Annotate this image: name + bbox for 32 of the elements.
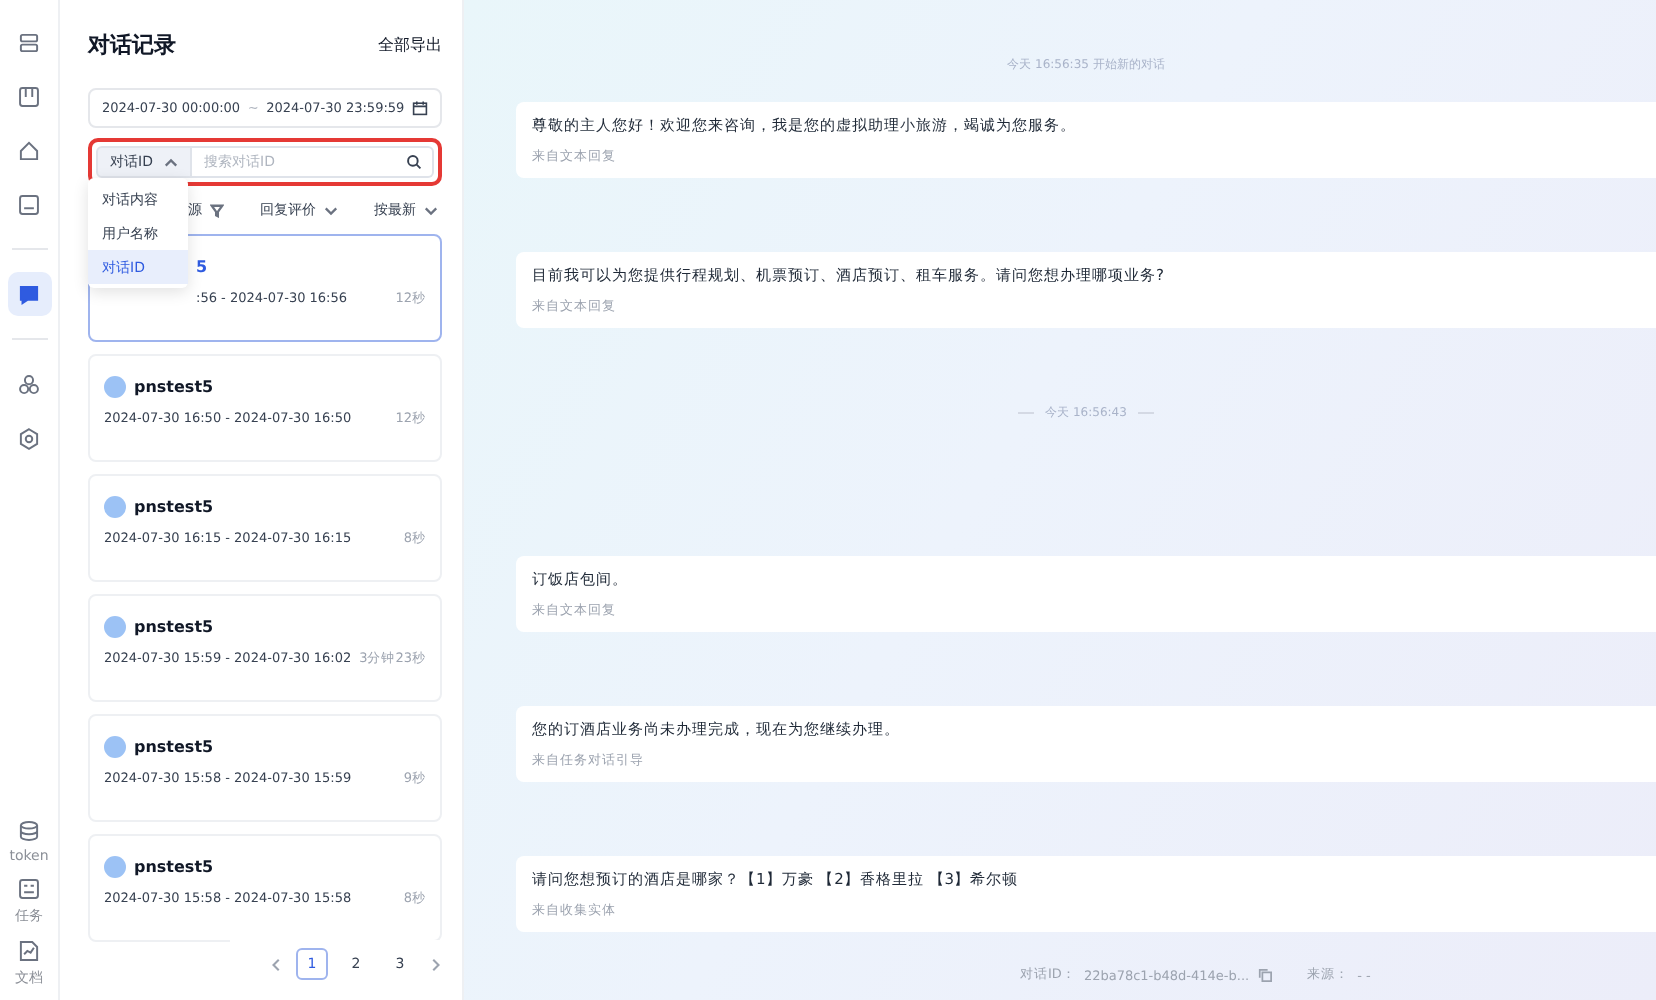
user-name: 5 bbox=[196, 257, 208, 275]
search-icon[interactable] bbox=[406, 154, 422, 170]
avatar-icon bbox=[104, 855, 126, 877]
document-icon[interactable] bbox=[16, 938, 42, 964]
database-icon[interactable] bbox=[15, 818, 42, 844]
user-name: pnstest5 bbox=[134, 857, 214, 875]
avatar-icon bbox=[104, 375, 126, 397]
nodes-icon bbox=[16, 371, 42, 397]
user-name: pnstest5 bbox=[134, 377, 214, 395]
screen-icon bbox=[16, 191, 42, 217]
avatar-icon bbox=[104, 495, 126, 517]
previous-page-icon[interactable] bbox=[270, 957, 284, 971]
board-icon bbox=[16, 83, 42, 109]
hexagon-icon bbox=[16, 425, 42, 451]
filter-icon bbox=[210, 203, 224, 217]
caret-icon bbox=[424, 203, 438, 217]
panel-title: 对话记录 bbox=[88, 29, 176, 59]
chat-icon bbox=[16, 281, 42, 307]
user-name: pnstest5 bbox=[134, 617, 214, 635]
caret-icon bbox=[164, 155, 178, 169]
avatar-icon bbox=[104, 735, 126, 757]
layers-icon bbox=[16, 29, 42, 55]
user-name: pnstest5 bbox=[134, 737, 214, 755]
task-icon[interactable] bbox=[16, 876, 42, 902]
caret-icon bbox=[324, 203, 338, 217]
calendar-icon[interactable] bbox=[411, 100, 428, 116]
next-page-icon[interactable] bbox=[428, 957, 442, 971]
avatar-icon bbox=[104, 615, 126, 637]
rail-item[interactable] bbox=[7, 272, 51, 316]
export-link[interactable]: 全部导出 bbox=[378, 33, 442, 55]
home-icon bbox=[16, 137, 42, 163]
user-name: pnstest5 bbox=[134, 497, 214, 515]
